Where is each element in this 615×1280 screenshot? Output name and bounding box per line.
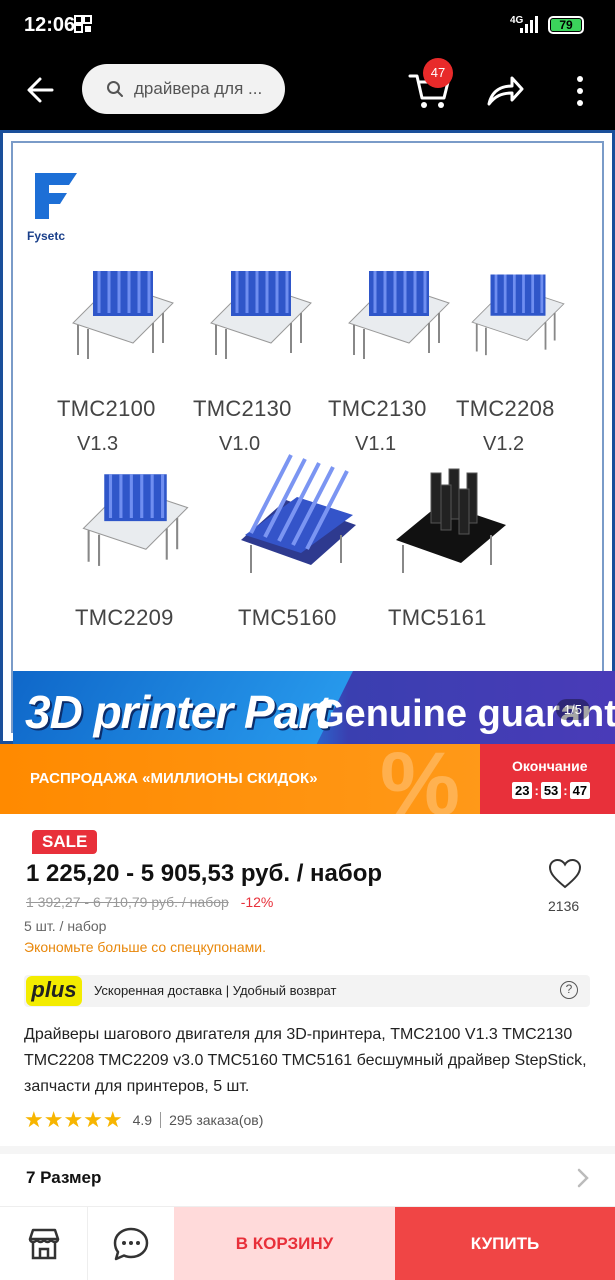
chip-name: TMC2209 <box>75 605 174 630</box>
driver-board-image <box>82 474 189 566</box>
chip-version: V1.1 <box>355 433 397 455</box>
driver-board-image <box>471 274 565 356</box>
chip-version: V1.2 <box>483 433 525 455</box>
battery-level: 79 <box>551 19 581 31</box>
promo-banner: 3D printer Part Genuine guarantee <box>13 671 615 753</box>
plus-delivery-row[interactable]: plus Ускоренная доставка | Удобный возвр… <box>24 975 590 1007</box>
rating-divider <box>160 1112 162 1128</box>
help-icon[interactable]: ? <box>560 981 578 999</box>
brand-logo-text: Fysetc <box>27 229 66 243</box>
buy-now-button[interactable]: КУПИТЬ <box>395 1207 615 1280</box>
driver-board-image <box>348 271 450 359</box>
star-rating-icon: ★★★★★ <box>24 1107 123 1132</box>
cart-count-badge: 47 <box>423 58 453 88</box>
product-title: Драйверы шагового двигателя для 3D-принт… <box>24 1026 587 1095</box>
chip-name: TMC2100 <box>57 396 156 421</box>
battery-icon: 79 <box>548 16 584 34</box>
fysetc-logo-icon <box>35 173 77 219</box>
driver-board-image <box>241 454 356 573</box>
countdown-seconds: 47 <box>569 782 591 799</box>
heart-icon[interactable] <box>548 858 582 890</box>
driver-board-image <box>72 271 174 359</box>
chip-name: TMC5160 <box>238 605 337 630</box>
product-image-gallery[interactable]: Fysetc TMC2100 TMC2130 TMC2130 TMC2208 V… <box>0 130 615 753</box>
chip-name: TMC2208 <box>456 396 555 421</box>
chat-icon <box>113 1227 149 1261</box>
more-options-icon[interactable] <box>572 74 588 108</box>
chip-version: V1.3 <box>77 433 119 455</box>
old-price-row: 1 392,27 - 6 710,79 руб. / набор -12% <box>26 894 273 910</box>
countdown-timer: 23: 53: 47 <box>512 782 591 799</box>
chip-name: TMC5161 <box>388 605 487 630</box>
product-image: Fysetc TMC2100 TMC2130 TMC2130 TMC2208 V… <box>11 141 615 753</box>
store-icon <box>28 1228 60 1260</box>
product-price: 1 225,20 - 5 905,53 руб. / набор <box>26 860 383 887</box>
plus-text: Ускоренная доставка | Удобный возврат <box>94 983 337 998</box>
rating-row[interactable]: ★★★★★ 4.9 295 заказа(ов) <box>24 1107 263 1133</box>
countdown-label: Окончание <box>512 758 588 774</box>
search-icon <box>107 81 123 97</box>
countdown-hours: 23 <box>512 782 533 799</box>
chevron-right-icon[interactable] <box>577 1168 589 1188</box>
size-selector[interactable]: 7 Размер <box>26 1168 101 1188</box>
store-button[interactable] <box>0 1207 88 1280</box>
product-screen: 12:06 4G 79 драйвера для ... 47 Fysetc T… <box>0 0 615 1280</box>
countdown-minutes: 53 <box>540 782 562 799</box>
chip-name: TMC2130 <box>328 396 427 421</box>
sale-badge: SALE <box>32 830 98 854</box>
chat-button[interactable] <box>88 1207 174 1280</box>
coupon-link[interactable]: Экономьте больше со спецкупонами. <box>24 939 266 955</box>
signal-icon <box>520 15 538 33</box>
bottom-action-bar: В КОРЗИНУ КУПИТЬ <box>0 1206 615 1280</box>
banner-left-text: 3D printer Part <box>25 686 331 738</box>
section-divider <box>0 1146 615 1154</box>
back-arrow-icon[interactable] <box>22 72 60 108</box>
add-to-cart-button[interactable]: В КОРЗИНУ <box>174 1207 395 1280</box>
sale-countdown: Окончание 23: 53: 47 <box>480 744 615 814</box>
discount-percent: -12% <box>240 894 274 910</box>
driver-board-image <box>210 271 312 359</box>
search-input[interactable]: драйвера для ... <box>82 64 285 114</box>
image-pager: 1/5 <box>555 699 590 720</box>
orders-count: 295 заказа(ов) <box>169 1112 264 1128</box>
qr-icon <box>74 15 92 33</box>
plus-logo: plus <box>26 976 82 1006</box>
favorites-count: 2136 <box>548 898 580 914</box>
sale-decoration: % <box>380 735 461 835</box>
old-price: 1 392,27 - 6 710,79 руб. / набор <box>26 894 229 910</box>
chip-name: TMC2130 <box>193 396 292 421</box>
share-icon[interactable] <box>486 74 524 108</box>
status-bar: 12:06 4G 79 <box>0 0 615 52</box>
search-placeholder: драйвера для ... <box>134 79 263 98</box>
sale-banner[interactable]: % РАСПРОДАЖА «МИЛЛИОНЫ СКИДОК» Окончание… <box>0 735 615 835</box>
status-time: 12:06 <box>24 14 76 36</box>
driver-board-image <box>396 468 506 573</box>
sale-text: РАСПРОДАЖА «МИЛЛИОНЫ СКИДОК» <box>30 770 318 787</box>
app-bar: драйвера для ... 47 <box>0 52 615 130</box>
rating-score: 4.9 <box>132 1112 153 1128</box>
unit-info: 5 шт. / набор <box>24 918 107 934</box>
